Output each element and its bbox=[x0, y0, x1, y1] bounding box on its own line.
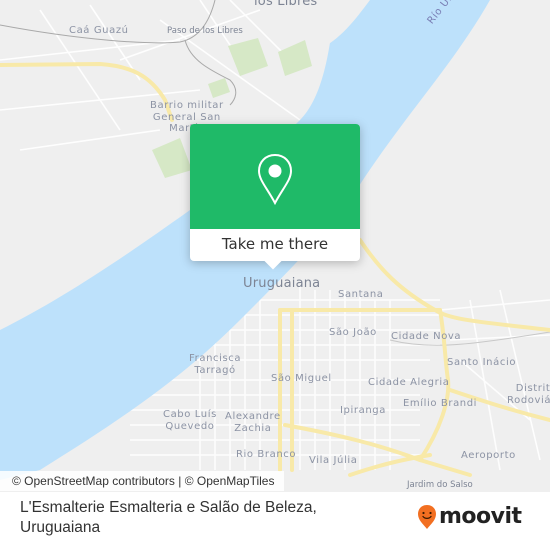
label-alexandre-zachia: Alexandre Zachia bbox=[225, 411, 281, 434]
label-santo-inacio: Santo Inácio bbox=[447, 357, 517, 368]
label-rio-branco: Rio Branco bbox=[236, 449, 297, 460]
moovit-logo[interactable]: moovit bbox=[417, 504, 522, 530]
label-vila-julia: Vila Júlia bbox=[309, 455, 358, 466]
location-popup: Take me there bbox=[190, 124, 360, 270]
map-attribution[interactable]: © OpenStreetMap contributors | © OpenMap… bbox=[0, 471, 285, 491]
label-cabo-luis-quevedo: Cabo Luís Quevedo bbox=[163, 409, 217, 432]
label-paso-de-los-libres: Paso de los Libres bbox=[167, 26, 243, 36]
label-ipiranga: Ipiranga bbox=[340, 405, 386, 416]
popup-header bbox=[190, 124, 360, 229]
moovit-smile-pin-icon bbox=[418, 505, 436, 529]
label-santana: Santana bbox=[338, 289, 384, 300]
label-jardim-do-salso: Jardim do Salso bbox=[407, 480, 473, 490]
map-view[interactable]: los Libres Caá Guazú Paso de los Libres … bbox=[0, 0, 550, 492]
place-title: L'Esmalterie Esmalteria e Salão de Belez… bbox=[20, 499, 317, 536]
label-emilio-brandi: Emílio Brandi bbox=[403, 398, 478, 409]
label-cidade-alegria: Cidade Alegria bbox=[368, 377, 450, 388]
take-me-there-button[interactable]: Take me there bbox=[190, 229, 360, 261]
label-distrito-rodoviario: Distrito Rodoviário bbox=[507, 383, 550, 406]
label-sao-joao: São João bbox=[329, 327, 377, 338]
label-caa-guazu: Caá Guazú bbox=[69, 25, 129, 36]
label-francisca-tarrago: Francisca Tarragó bbox=[189, 353, 242, 376]
map-pin-icon bbox=[257, 153, 293, 206]
moovit-wordmark: moovit bbox=[439, 504, 522, 529]
label-los-libres: los Libres bbox=[254, 0, 318, 9]
label-aeroporto: Aeroporto bbox=[461, 450, 516, 461]
label-uruguaiana: Uruguaiana bbox=[243, 276, 321, 291]
label-cidade-nova: Cidade Nova bbox=[391, 331, 462, 342]
footer: L'Esmalterie Esmalteria e Salão de Belez… bbox=[0, 492, 550, 550]
label-sao-miguel: São Miguel bbox=[271, 373, 332, 384]
